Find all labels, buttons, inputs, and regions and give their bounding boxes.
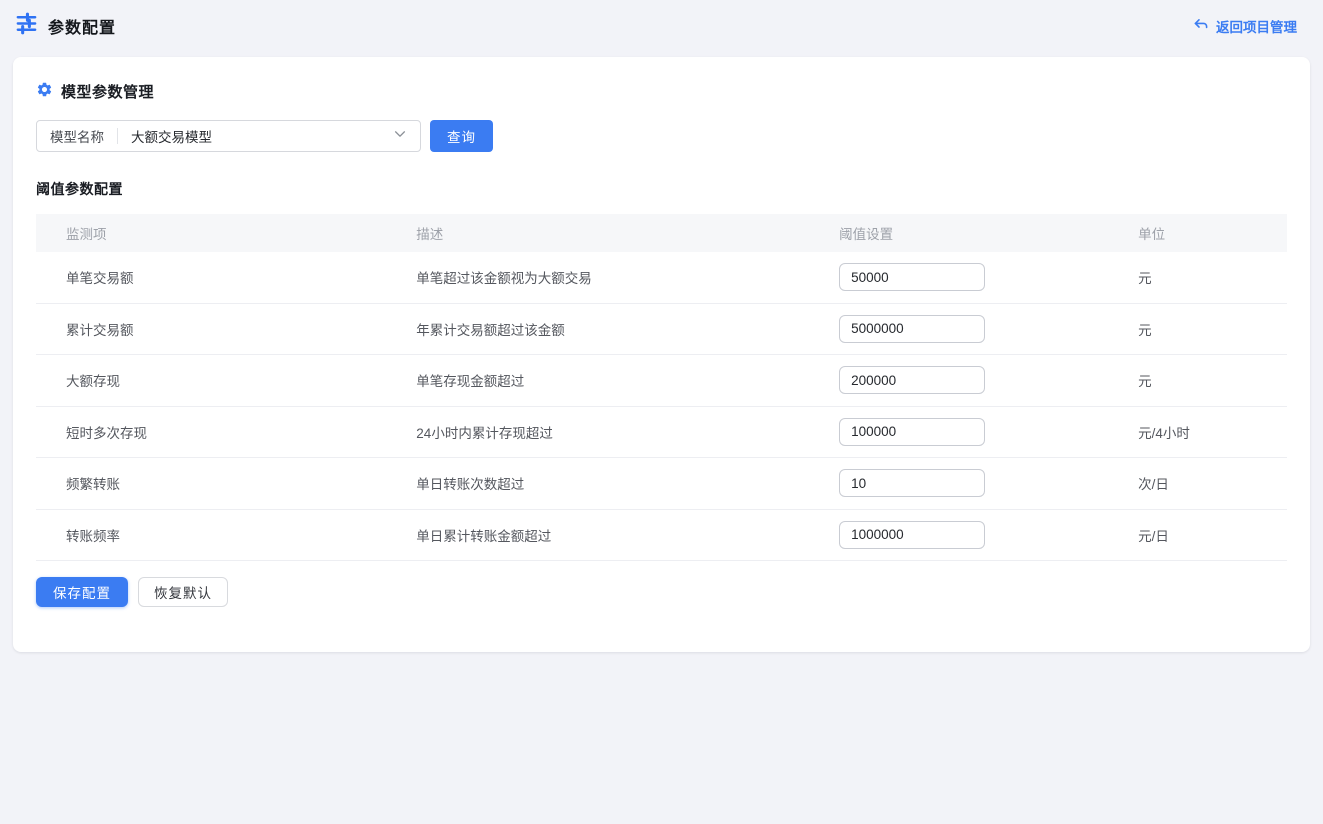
gear-icon [36, 81, 53, 102]
save-config-button[interactable]: 保存配置 [36, 577, 128, 607]
column-header-monitor-item: 监测项 [36, 223, 416, 243]
table-row: 频繁转账 单日转账次数超过 次/日 [36, 458, 1287, 510]
description-cell: 单笔存现金额超过 [416, 370, 839, 390]
threshold-input[interactable] [839, 263, 985, 291]
model-name-select[interactable]: 模型名称 大额交易模型 [36, 120, 421, 152]
description-cell: 年累计交易额超过该金额 [416, 319, 839, 339]
query-row: 模型名称 大额交易模型 查询 [36, 120, 1287, 152]
table-row: 转账频率 单日累计转账金额超过 元/日 [36, 510, 1287, 562]
page-header: 参数配置 返回项目管理 [0, 0, 1323, 52]
unit-cell: 次/日 [1138, 473, 1287, 493]
table-header-row: 监测项 描述 阈值设置 单位 [36, 214, 1287, 252]
chevron-down-icon [393, 127, 407, 146]
unit-cell: 元/日 [1138, 525, 1287, 545]
column-header-description: 描述 [416, 223, 839, 243]
threshold-cell [839, 366, 1138, 394]
select-divider [117, 128, 118, 144]
unit-cell: 元 [1138, 370, 1287, 390]
unit-cell: 元/4小时 [1138, 422, 1287, 442]
unit-cell: 元 [1138, 319, 1287, 339]
page-title: 参数配置 [48, 14, 116, 38]
select-label: 模型名称 [50, 126, 104, 146]
monitor-item-cell: 大额存现 [36, 370, 416, 390]
threshold-input[interactable] [839, 521, 985, 549]
description-cell: 单笔超过该金额视为大额交易 [416, 267, 839, 287]
monitor-item-cell: 单笔交易额 [36, 267, 416, 287]
actions-row: 保存配置 恢复默认 [36, 577, 1287, 607]
undo-arrow-icon [1193, 17, 1209, 36]
sliders-icon [15, 12, 38, 40]
table-row: 短时多次存现 24小时内累计存现超过 元/4小时 [36, 407, 1287, 459]
unit-cell: 元 [1138, 267, 1287, 287]
threshold-table: 监测项 描述 阈值设置 单位 单笔交易额 单笔超过该金额视为大额交易 元 累计交… [36, 214, 1287, 561]
threshold-cell [839, 418, 1138, 446]
column-header-threshold: 阈值设置 [839, 223, 1138, 243]
back-link-label: 返回项目管理 [1216, 16, 1297, 36]
threshold-input[interactable] [839, 418, 985, 446]
monitor-item-cell: 短时多次存现 [36, 422, 416, 442]
threshold-cell [839, 315, 1138, 343]
column-header-unit: 单位 [1138, 223, 1287, 243]
description-cell: 24小时内累计存现超过 [416, 422, 839, 442]
threshold-input[interactable] [839, 469, 985, 497]
monitor-item-cell: 频繁转账 [36, 473, 416, 493]
model-params-card: 模型参数管理 模型名称 大额交易模型 查询 阈值参数配置 监测项 描述 阈值设置… [13, 57, 1310, 652]
threshold-input[interactable] [839, 366, 985, 394]
card-title: 模型参数管理 [61, 81, 154, 102]
page-header-left: 参数配置 [15, 12, 116, 40]
table-row: 累计交易额 年累计交易额超过该金额 元 [36, 304, 1287, 356]
restore-default-button[interactable]: 恢复默认 [138, 577, 228, 607]
card-title-row: 模型参数管理 [36, 81, 1287, 102]
description-cell: 单日转账次数超过 [416, 473, 839, 493]
threshold-cell [839, 263, 1138, 291]
threshold-cell [839, 521, 1138, 549]
section-title: 阈值参数配置 [36, 179, 1287, 199]
threshold-cell [839, 469, 1138, 497]
monitor-item-cell: 累计交易额 [36, 319, 416, 339]
table-row: 大额存现 单笔存现金额超过 元 [36, 355, 1287, 407]
threshold-input[interactable] [839, 315, 985, 343]
select-value: 大额交易模型 [131, 126, 212, 146]
monitor-item-cell: 转账频率 [36, 525, 416, 545]
back-to-project-link[interactable]: 返回项目管理 [1193, 16, 1297, 36]
table-row: 单笔交易额 单笔超过该金额视为大额交易 元 [36, 252, 1287, 304]
table-body: 单笔交易额 单笔超过该金额视为大额交易 元 累计交易额 年累计交易额超过该金额 … [36, 252, 1287, 561]
query-button[interactable]: 查询 [430, 120, 493, 152]
description-cell: 单日累计转账金额超过 [416, 525, 839, 545]
